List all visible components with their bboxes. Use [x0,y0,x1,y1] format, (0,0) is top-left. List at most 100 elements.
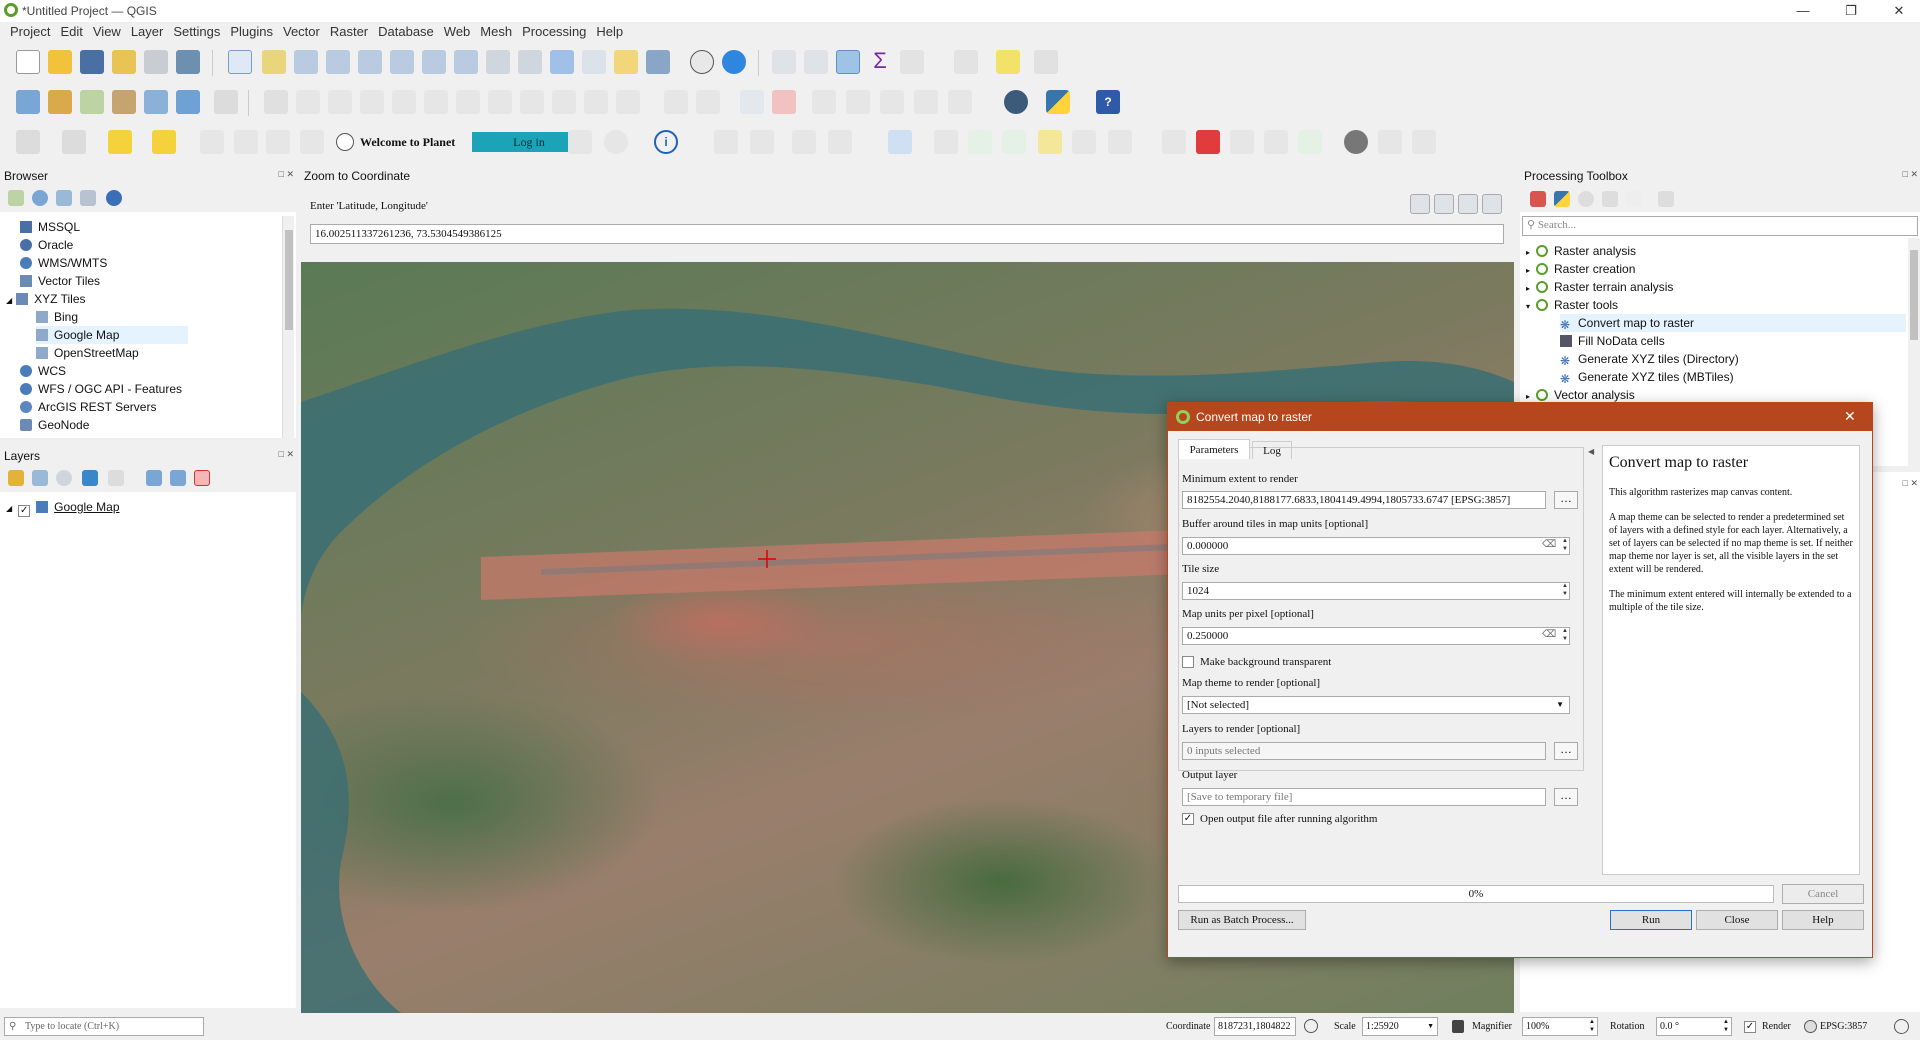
add-raster-layer-icon[interactable] [176,90,200,114]
run-button[interactable]: Run [1610,910,1692,930]
menu-database[interactable]: Database [373,22,439,42]
add-geopackage-icon[interactable] [48,90,72,114]
copy-coordinate-icon[interactable] [1434,194,1454,214]
browser-item-vector-tiles[interactable]: Vector Tiles [20,272,100,290]
buffer-input[interactable]: 0.000000 [1182,537,1570,555]
label-tool-icon[interactable] [664,90,688,114]
tab-parameters[interactable]: Parameters [1178,439,1250,459]
locator-input[interactable]: ⚲ Type to locate (Ctrl+K) [4,1017,204,1036]
georeference-icon[interactable] [266,130,290,154]
deselect-all-icon[interactable] [108,130,132,154]
browser-item-wms[interactable]: WMS/WMTS [20,254,107,272]
tile-size-spin-icon[interactable]: ▲ ▼ [1560,582,1570,600]
new-project-icon[interactable] [16,50,40,74]
expand-all-icon[interactable] [146,470,162,486]
pin-labels-icon[interactable] [696,90,720,114]
close-button[interactable]: Close [1696,910,1778,930]
toolbox-group-raster-terrain[interactable]: ▸ Raster terrain analysis [1526,278,1673,296]
map-swipe-icon[interactable] [234,130,258,154]
properties-icon[interactable] [106,190,122,206]
zoom-area-icon[interactable] [1264,130,1288,154]
expand-arrow-icon[interactable]: ▸ [1526,266,1530,275]
wrench-icon[interactable] [1412,130,1436,154]
toolbox-group-raster-creation[interactable]: ▸ Raster creation [1526,260,1635,278]
cut-features-icon[interactable] [488,90,512,114]
lock-icon[interactable] [1452,1020,1464,1033]
attribute-table-icon[interactable] [804,50,828,74]
collapse-help-icon[interactable]: ◀ [1588,447,1594,461]
expand-arrow-icon[interactable]: ▸ [1526,392,1530,401]
toolbox-tool-convert-map-to-raster[interactable]: ❋ Convert map to raster [1560,314,1906,332]
batch-process-button[interactable]: Run as Batch Process... [1178,910,1306,930]
right-lower-dock-buttons[interactable]: □ ✕ [1903,478,1918,489]
processing-toolbox-icon[interactable] [836,50,860,74]
menu-plugins[interactable]: Plugins [225,22,278,42]
redo-icon[interactable] [616,90,640,114]
move-label-icon[interactable] [812,90,836,114]
add-text-icon[interactable] [1072,130,1096,154]
toolbox-dock-buttons[interactable]: □ ✕ [1903,169,1918,180]
menu-settings[interactable]: Settings [168,22,225,42]
merge-features-icon[interactable] [828,130,852,154]
menu-vector[interactable]: Vector [278,22,325,42]
statistics-sigma-icon[interactable]: Σ [868,50,892,74]
browser-item-xyz-tiles[interactable]: ◢ XYZ Tiles [6,290,86,308]
pan-icon[interactable] [228,50,252,74]
menu-help[interactable]: Help [591,22,628,42]
clear-coordinate-icon[interactable] [1482,194,1502,214]
help-contents-icon[interactable]: ? [1096,90,1120,114]
zoom-to-selection-icon[interactable] [390,50,414,74]
settings-coordinate-icon[interactable] [1458,194,1478,214]
style-manager-icon[interactable] [176,50,200,74]
edit-pencil-icon[interactable] [264,90,288,114]
add-vector-layer-icon[interactable] [80,90,104,114]
browser-item-mssql[interactable]: MSSQL [20,218,80,236]
add-line-icon[interactable] [1002,130,1026,154]
browser-item-bing[interactable]: Bing [36,308,78,326]
remove-layer-icon[interactable] [194,470,210,486]
zoom-out-icon[interactable] [326,50,350,74]
browser-item-wfs[interactable]: WFS / OGC API - Features [20,380,182,398]
toolbox-tool-xyz-directory[interactable]: ❋ Generate XYZ tiles (Directory) [1560,350,1739,368]
new-bookmark-icon[interactable] [614,50,638,74]
add-marker-icon[interactable] [1038,130,1062,154]
extent-icon[interactable] [1298,130,1322,154]
cancel-button[interactable]: Cancel [1782,884,1864,904]
new-map-view-icon[interactable] [550,50,574,74]
map-theme-select[interactable]: [Not selected] ▼ [1182,696,1570,714]
new-3d-view-icon[interactable] [582,50,606,74]
raster-edit-icon[interactable] [714,130,738,154]
transparent-checkbox[interactable] [1182,656,1194,668]
min-extent-browse-button[interactable]: … [1554,491,1578,509]
output-layer-input[interactable]: [Save to temporary file] [1182,788,1546,806]
edit-features-in-place-icon[interactable] [1626,191,1642,207]
toolbox-tool-fill-nodata[interactable]: Fill NoData cells [1560,332,1665,350]
expand-arrow-icon[interactable]: ◢ [6,504,12,513]
vertex-tool-icon[interactable] [392,90,416,114]
refresh-icon[interactable] [722,50,746,74]
browser-item-oracle[interactable]: Oracle [20,236,73,254]
expand-arrow-icon[interactable]: ▸ [1526,284,1530,293]
render-checkbox[interactable]: ✓ [1744,1021,1756,1033]
min-extent-input[interactable]: 8182554.2040,8188177.6833,1804149.4994,1… [1182,491,1546,509]
change-label-icon[interactable] [880,90,904,114]
clear-field-icon[interactable]: ⌫ [1542,629,1556,640]
pin-map-icon[interactable] [1196,130,1220,154]
save-project-icon[interactable] [80,50,104,74]
select-features-icon[interactable] [16,130,40,154]
maximize-icon[interactable]: ❐ [1836,2,1866,20]
add-layer-icon[interactable] [16,90,40,114]
mupp-spin-icon[interactable]: ▲ ▼ [1560,627,1570,645]
menu-view[interactable]: View [88,22,126,42]
layers-render-browse-button[interactable]: … [1554,742,1578,760]
menu-project[interactable]: Project [5,22,55,42]
mupp-input[interactable]: 0.250000 [1182,627,1570,645]
toolbox-search-input[interactable]: ⚲ Search... [1522,216,1918,236]
highlight-labels-icon[interactable] [740,90,764,114]
browser-item-arcgis[interactable]: ArcGIS REST Servers [20,398,156,416]
pan-to-selection-icon[interactable] [262,50,286,74]
filter-browser-icon[interactable] [56,190,72,206]
browser-dock-buttons[interactable]: □ ✕ [279,169,294,180]
planet-inspector-icon[interactable] [604,130,628,154]
expand-arrow-icon[interactable]: ▾ [1526,302,1530,311]
